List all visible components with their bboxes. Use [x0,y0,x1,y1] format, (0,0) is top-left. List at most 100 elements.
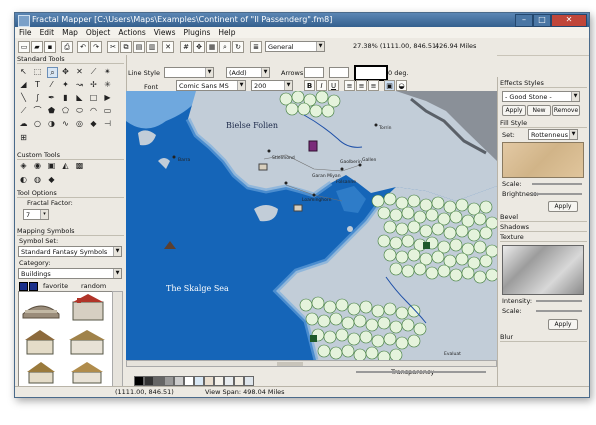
arrow-end-select[interactable] [329,67,349,78]
custom-tool-4-icon[interactable]: ◭ [61,161,70,170]
ring-icon[interactable]: ◎ [75,119,84,128]
diamond-icon[interactable]: ◆ [89,119,98,128]
apply-texture-button[interactable]: Apply [548,319,578,330]
palette-swatch[interactable] [144,376,154,386]
symbol-cottage-icon[interactable] [71,362,103,384]
paint-icon[interactable]: ◢ [19,80,28,89]
open-folder-icon[interactable]: ▰ [31,41,43,53]
freehand-icon[interactable]: ∫ [33,93,42,102]
rect-select-icon[interactable]: ⬚ [33,67,42,76]
shadows-header[interactable]: Shadows [500,223,587,232]
effects-style-select[interactable]: - Good Stone - ▼ [502,91,580,102]
custom-tool-5-icon[interactable]: ▩ [75,161,84,170]
font-select[interactable]: Comic Sans MS ▼ [176,80,246,91]
apply-fill-button[interactable]: Apply [548,201,578,212]
banner-icon[interactable] [308,140,318,152]
symbol-hall-icon[interactable] [69,330,105,355]
new-style-button[interactable]: New [527,105,551,116]
texture-header[interactable]: Texture [500,233,587,242]
node-icon[interactable]: ✦ [61,80,70,89]
crescent-icon[interactable]: ◑ [47,119,56,128]
palette-swatch[interactable] [194,376,204,386]
fill-set-select[interactable]: Rottenneus ▼ [528,129,578,140]
bevel-header[interactable]: Bevel [500,213,587,222]
menu-views[interactable]: Views [150,27,180,38]
line-weight-select[interactable]: (Add) ▼ [226,67,270,78]
print-icon[interactable]: ⎙ [61,41,73,53]
apply-style-button[interactable]: Apply [502,105,526,116]
curve-icon[interactable]: ⌒ [33,106,42,115]
multi-node-icon[interactable]: ✴ [103,67,112,76]
arc-icon[interactable]: ◠ [89,106,98,115]
delete-icon[interactable]: ✕ [162,41,174,53]
paste-icon[interactable]: ▤ [133,41,145,53]
cross-icon[interactable]: ✕ [75,67,84,76]
fill-brightness-slider[interactable] [532,193,582,195]
pointer-icon[interactable]: ↖ [19,67,28,76]
grid-tool-icon[interactable]: ⊞ [19,133,28,142]
path-icon[interactable]: ↝ [75,80,84,89]
palette-swatch[interactable] [234,376,244,386]
palette-swatch[interactable] [174,376,184,386]
fractal-line-icon[interactable]: ⟋ [19,106,28,115]
symbol-house-icon[interactable] [25,330,55,355]
move-icon[interactable]: ✥ [193,41,205,53]
blur-header[interactable]: Blur [500,333,587,342]
circle-outline-icon[interactable]: ○ [33,119,42,128]
layers-icon[interactable]: ▦ [206,41,218,53]
wave-icon[interactable]: ∿ [61,119,70,128]
fractal-poly-icon[interactable]: ⬠ [61,106,70,115]
font-size-select[interactable]: 200 ▼ [251,80,293,91]
pan-icon[interactable]: ✥ [61,67,70,76]
save-icon[interactable]: ▪ [44,41,56,53]
forest-marker-icon[interactable] [310,335,317,342]
custom-tool-3-icon[interactable]: ▣ [47,161,56,170]
text-tool-icon[interactable]: T [33,80,42,89]
custom-tool-6-icon[interactable]: ◐ [19,175,28,184]
line-style-select[interactable]: ▼ [164,67,214,78]
symbol-color-icon[interactable] [29,282,38,291]
text-effects-icon[interactable]: ◒ [396,80,407,91]
fractal-factor-input[interactable]: 7 ▾ [23,209,49,220]
town-icon[interactable] [293,204,303,212]
line-tool-icon[interactable]: ╲ [19,93,28,102]
menu-edit[interactable]: Edit [36,27,59,38]
category-select[interactable]: Buildings ▼ [18,268,122,279]
fill-scale-slider[interactable] [532,183,582,185]
color-swatch[interactable] [354,65,388,81]
rect-icon[interactable]: ▭ [103,106,112,115]
texture-preview[interactable] [502,245,584,295]
fill-icon[interactable]: ◣ [75,93,84,102]
ellipse-icon[interactable]: ⬭ [75,106,84,115]
palette-swatch[interactable] [154,376,164,386]
zoom-icon[interactable]: ⌕ [219,41,231,53]
menu-map[interactable]: Map [58,27,82,38]
minimize-button[interactable]: – [515,14,533,27]
custom-tool-7-icon[interactable]: ◍ [33,175,42,184]
brush-icon[interactable]: ▮ [61,93,70,102]
custom-tool-1-icon[interactable]: ◈ [19,161,28,170]
close-button[interactable]: ✕ [551,14,587,27]
pen-icon[interactable]: ✒ [47,93,56,102]
arrow-start-select[interactable] [304,67,324,78]
map-canvas[interactable]: Bielse Folien The Skalge Sea Stielmond L… [126,90,499,364]
square-tool-icon[interactable]: □ [89,93,98,102]
blend-icon[interactable]: ✢ [89,80,98,89]
menu-actions[interactable]: Actions [114,27,149,38]
cut-icon[interactable]: ✂ [107,41,119,53]
transparency-slider[interactable] [356,371,486,373]
symbol-color-icon[interactable] [19,282,28,291]
bold-button[interactable]: B [304,80,315,91]
horizontal-scrollbar[interactable] [126,360,497,367]
circle-tool-icon[interactable]: ▶ [103,93,112,102]
favorite-tab[interactable]: favorite [43,282,68,290]
symbol-gallery-scrollbar[interactable] [112,291,123,387]
italic-button[interactable]: I [316,80,327,91]
symbol-bridge-icon[interactable] [22,305,60,319]
palette-swatch[interactable] [204,376,214,386]
palette-swatch[interactable] [224,376,234,386]
grid-icon[interactable]: # [180,41,192,53]
copy-icon[interactable]: ⧉ [120,41,132,53]
palette-swatch[interactable] [184,376,194,386]
forest-marker-icon[interactable] [423,242,430,249]
